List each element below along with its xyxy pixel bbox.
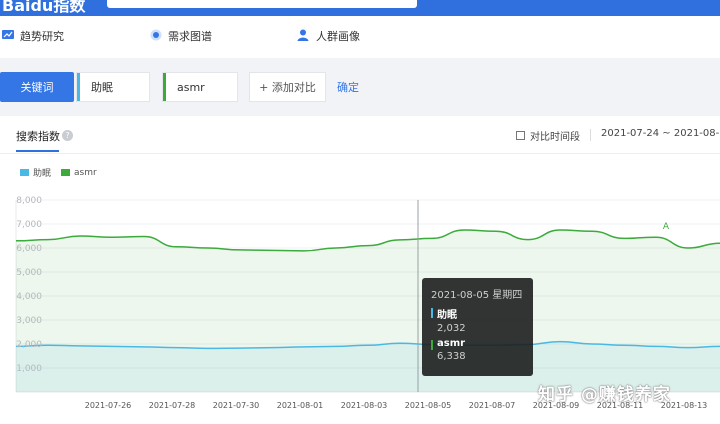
annotation-label: A	[663, 222, 670, 232]
legend-label: asmr	[74, 167, 97, 178]
keyword-button[interactable]: 关键词	[0, 72, 74, 102]
tooltip-series-value: 6,338	[437, 351, 466, 362]
top-bar: Baidu指数	[0, 0, 720, 16]
keyword-color-bar	[77, 73, 80, 101]
nav-item-portrait[interactable]: 人群画像	[297, 28, 360, 44]
y-tick-label: 2,000	[16, 340, 42, 350]
trend-chart-icon	[2, 29, 14, 43]
tooltip-marker	[431, 308, 433, 318]
keyword-label: asmr	[177, 80, 205, 94]
logo[interactable]: Baidu指数	[2, 0, 85, 16]
x-tick-label: 2021-07-30	[213, 401, 260, 410]
tooltip-series-name: 助眠	[437, 310, 457, 321]
legend-item-1[interactable]: 助眠	[20, 166, 51, 179]
search-input[interactable]	[107, 0, 417, 8]
nav-bar: 趋势研究 需求图谱 人群画像	[0, 20, 720, 54]
tooltip-date: 2021-08-05 星期四	[431, 290, 523, 301]
compare-period-label: 对比时间段	[530, 132, 580, 143]
y-tick-label: 8,000	[16, 196, 42, 206]
tab-search-index[interactable]: 搜索指数	[16, 128, 60, 144]
divider	[590, 129, 591, 141]
legend-swatch	[61, 169, 71, 176]
nav-item-label: 人群画像	[316, 30, 360, 43]
legend-label: 助眠	[33, 169, 52, 179]
keyword-chip-1[interactable]: 助眠	[76, 72, 150, 102]
chart-areas	[16, 230, 720, 392]
chart-header: 搜索指数 ? 对比时间段 2021-07-24 ~ 2021-08-22	[0, 120, 720, 154]
x-tick-label: 2021-08-05	[405, 401, 452, 410]
tooltip-series-value: 2,032	[437, 323, 466, 334]
nav-item-trend[interactable]: 趋势研究	[2, 28, 64, 44]
user-icon	[297, 29, 310, 44]
y-tick-label: 7,000	[16, 220, 42, 230]
chart-tooltip: 2021-08-05 星期四 助眠 2,032 asmr 6,338	[422, 278, 533, 376]
nav-item-label: 需求图谱	[168, 30, 212, 43]
tab-underline	[16, 150, 59, 152]
x-tick-label: 2021-08-07	[469, 401, 516, 410]
y-tick-label: 6,000	[16, 244, 42, 254]
y-tick-label: 1,000	[16, 364, 42, 374]
y-tick-label: 3,000	[16, 316, 42, 326]
tooltip-marker	[431, 340, 433, 350]
keyword-color-bar	[163, 73, 166, 101]
help-icon[interactable]: ?	[62, 130, 73, 141]
add-compare-button[interactable]: + 添加对比	[249, 72, 326, 102]
nav-item-label: 趋势研究	[20, 30, 64, 43]
tooltip-series-name: asmr	[437, 338, 466, 349]
keyword-label: 助眠	[91, 81, 113, 94]
watermark: 知乎 @赚钱养家	[538, 385, 671, 405]
tooltip-row: asmr 6,338	[431, 338, 533, 362]
x-tick-label: 2021-07-28	[149, 401, 196, 410]
checkbox[interactable]	[516, 131, 525, 140]
chart-legend: 助眠 asmr	[20, 166, 107, 179]
keyword-chip-2[interactable]: asmr	[162, 72, 238, 102]
confirm-button[interactable]: 确定	[337, 79, 359, 95]
tooltip-row: 助眠 2,032	[431, 306, 533, 334]
legend-item-2[interactable]: asmr	[61, 168, 97, 178]
x-tick-label: 2021-07-26	[85, 401, 132, 410]
x-tick-label: 2021-08-01	[277, 401, 324, 410]
x-tick-label: 2021-08-03	[341, 401, 388, 410]
radar-icon	[150, 29, 162, 44]
nav-item-demand[interactable]: 需求图谱	[150, 28, 212, 44]
y-tick-label: 4,000	[16, 292, 42, 302]
legend-swatch	[20, 169, 29, 176]
compare-period-toggle[interactable]: 对比时间段	[516, 128, 580, 143]
y-tick-label: 5,000	[16, 268, 42, 278]
date-range-picker[interactable]: 2021-07-24 ~ 2021-08-22	[601, 128, 720, 139]
